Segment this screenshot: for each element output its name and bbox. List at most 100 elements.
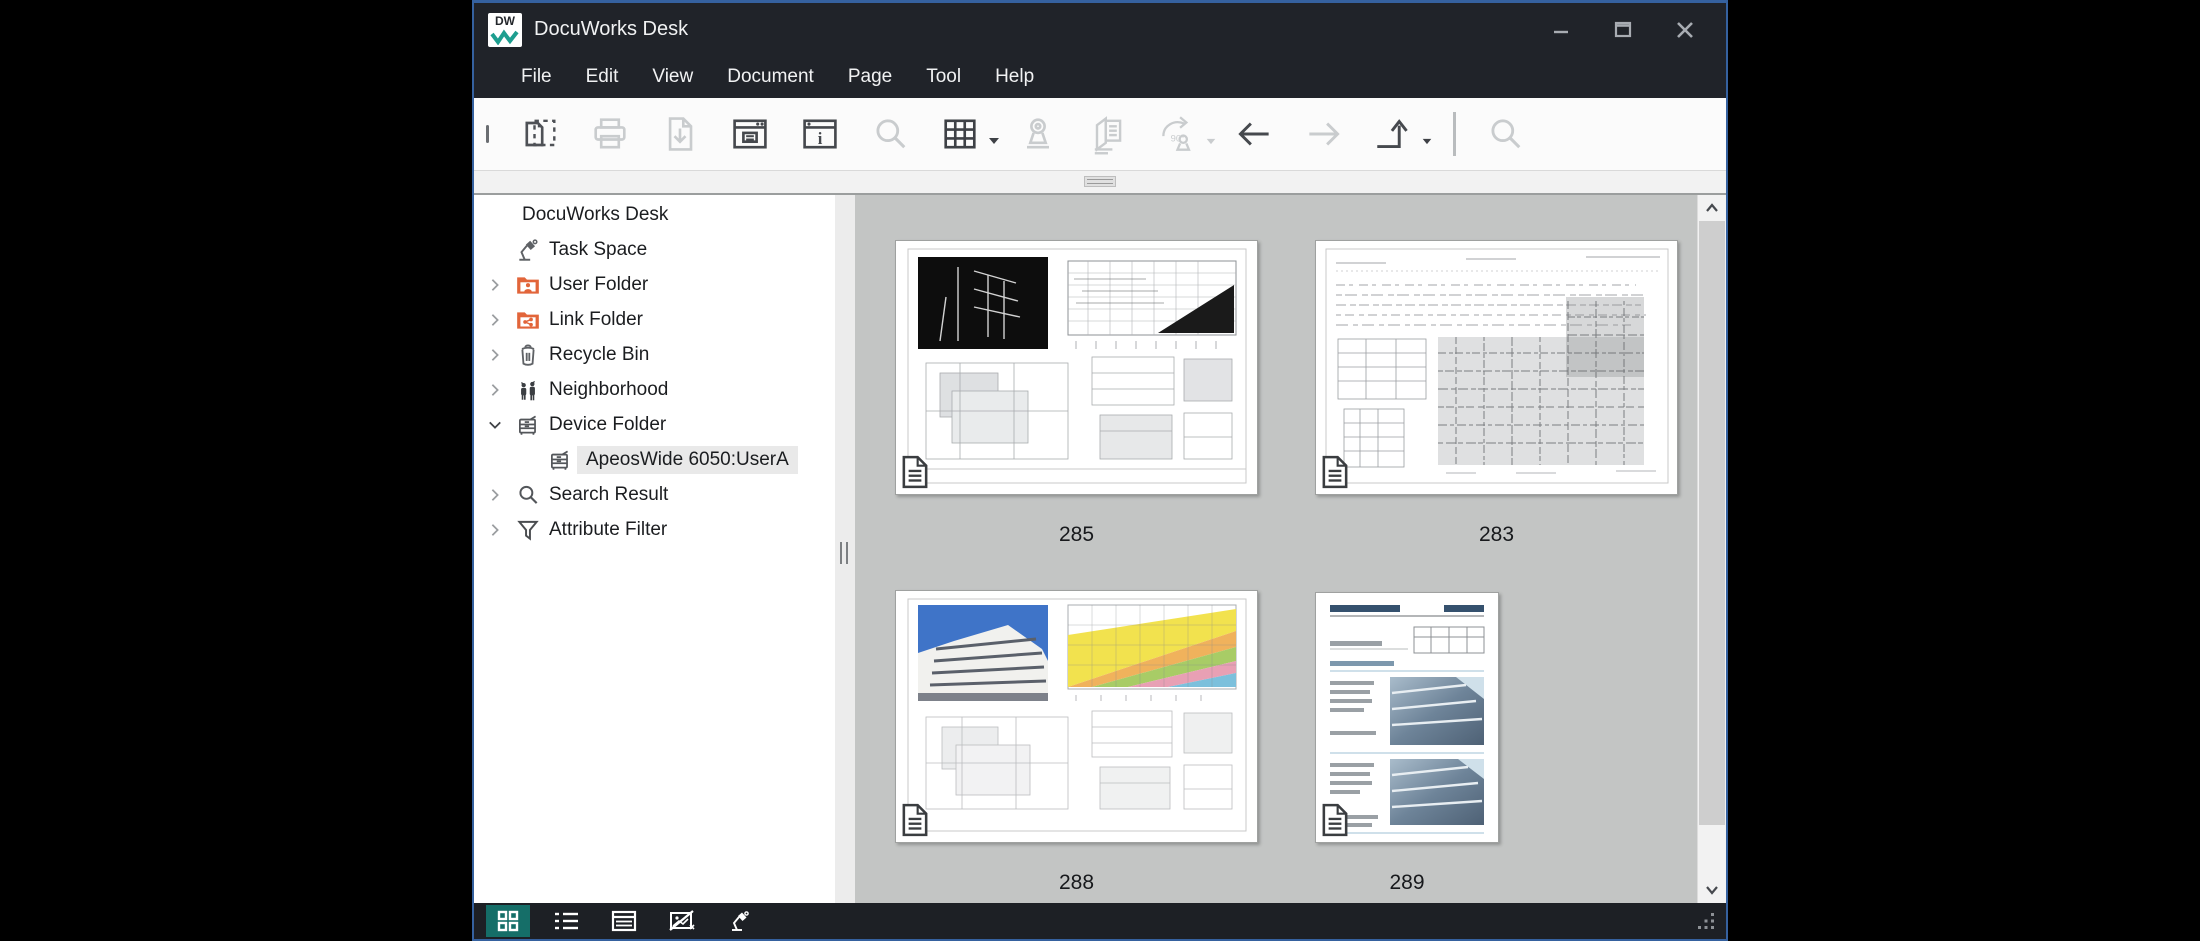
tree-item-attribute-filter[interactable]: Attribute Filter [474, 512, 835, 547]
copy-pages-button[interactable] [1085, 106, 1131, 162]
document-thumbnail-283[interactable] [1315, 240, 1678, 495]
task-space-lamp-icon [514, 237, 542, 263]
search-icon [868, 112, 912, 156]
expand-chevron-icon[interactable] [488, 278, 514, 292]
xdw-document-icon [901, 455, 929, 489]
grid-layout-dropdown-caret[interactable] [987, 136, 1001, 146]
expand-chevron-icon[interactable] [488, 523, 514, 537]
detail-list-view-button[interactable] [602, 905, 646, 937]
back-arrow-icon [1231, 112, 1277, 156]
expand-chevron-icon[interactable] [488, 383, 514, 397]
task-lamp-icon [728, 909, 752, 933]
scrollbar-thumb[interactable] [1699, 221, 1725, 825]
thumbnail-285-preview [896, 241, 1257, 494]
maximize-button[interactable] [1592, 10, 1654, 50]
search-result-icon [514, 482, 542, 508]
no-thumbnail-view-button[interactable] [660, 905, 704, 937]
document-thumbnail-285[interactable] [895, 240, 1258, 495]
vertical-splitter[interactable] [835, 195, 855, 903]
desktop-background: DW DocuWorks Desk File Edit View Documen… [0, 0, 2200, 941]
zoom-button[interactable] [1482, 106, 1528, 162]
detail-list-view-icon [611, 909, 637, 933]
horizontal-splitter[interactable] [474, 171, 1726, 195]
expand-chevron-icon[interactable] [488, 313, 514, 327]
toolbar-separator [1453, 112, 1456, 156]
thumbnail-283-preview [1316, 241, 1677, 494]
close-button[interactable] [1654, 10, 1716, 50]
tree-item-docuworks-desk[interactable]: DocuWorks Desk [474, 197, 835, 232]
document-thumbnail-288[interactable] [895, 590, 1258, 843]
minimize-button[interactable] [1530, 10, 1592, 50]
link-folder-icon [514, 307, 542, 333]
menu-file[interactable]: File [504, 60, 569, 94]
tree-item-recycle-bin[interactable]: Recycle Bin [474, 337, 835, 372]
menu-document[interactable]: Document [710, 60, 831, 94]
vertical-scrollbar[interactable] [1697, 195, 1726, 903]
toolbar-grip[interactable] [486, 125, 489, 143]
vertical-splitter-handle[interactable] [840, 542, 848, 564]
menu-help[interactable]: Help [978, 60, 1051, 94]
xdw-document-icon [1321, 455, 1349, 489]
scroll-down-button[interactable] [1698, 877, 1726, 903]
app-icon-letters: DW [488, 14, 522, 28]
task-space-button[interactable] [718, 905, 762, 937]
select-document-icon [518, 112, 562, 156]
expand-chevron-icon[interactable] [488, 488, 514, 502]
neighborhood-icon [514, 377, 542, 403]
selected-tree-label: ApeosWide 6050:UserA [577, 446, 798, 474]
tree-item-apeoswide-6050-usera[interactable]: ApeosWide 6050:UserA [474, 442, 835, 477]
select-document-button[interactable] [517, 106, 563, 162]
properties-window-button[interactable] [727, 106, 773, 162]
scrollbar-track[interactable] [1698, 221, 1726, 877]
no-thumbnail-view-icon [668, 909, 696, 933]
import-document-button[interactable] [657, 106, 703, 162]
xdw-document-icon [901, 803, 929, 837]
menu-tool[interactable]: Tool [909, 60, 978, 94]
menu-bar: File Edit View Document Page Tool Help [474, 56, 1726, 98]
tree-item-user-folder[interactable]: User Folder [474, 267, 835, 302]
tree-item-link-folder[interactable]: Link Folder [474, 302, 835, 337]
expand-chevron-icon[interactable] [488, 348, 514, 362]
send-dropdown-caret[interactable] [1421, 137, 1433, 146]
copy-pages-icon [1086, 112, 1130, 156]
back-button[interactable] [1231, 106, 1277, 162]
document-area[interactable]: 285 [855, 195, 1697, 903]
menu-view[interactable]: View [635, 60, 710, 94]
thumbnail-label-288: 288 [895, 871, 1258, 895]
thumbnail-288-preview [896, 591, 1257, 842]
minimize-icon [1550, 19, 1572, 41]
window-controls [1530, 10, 1716, 50]
grid-view-button[interactable] [486, 905, 530, 937]
main-area: DocuWorks Desk Task Space [474, 195, 1726, 903]
svg-text:90°: 90° [1171, 132, 1185, 143]
info-window-button[interactable]: i [797, 106, 843, 162]
rotate-90-icon: 90° [1155, 110, 1201, 158]
menu-page[interactable]: Page [831, 60, 909, 94]
forward-button[interactable] [1301, 106, 1347, 162]
document-thumbnail-289[interactable] [1315, 592, 1499, 843]
tree-item-task-space[interactable]: Task Space [474, 232, 835, 267]
attribute-filter-icon [514, 517, 542, 543]
tree-item-neighborhood[interactable]: Neighborhood [474, 372, 835, 407]
collapse-chevron-icon[interactable] [488, 418, 514, 432]
thumbnail-label-285: 285 [895, 523, 1258, 547]
stamp-button[interactable] [1015, 106, 1061, 162]
print-icon [588, 112, 632, 156]
send-button[interactable] [1371, 106, 1417, 162]
splitter-handle[interactable] [1084, 176, 1116, 187]
grid-layout-button[interactable] [937, 106, 983, 162]
tree-item-search-result[interactable]: Search Result [474, 477, 835, 512]
print-button[interactable] [587, 106, 633, 162]
scroll-down-icon [1705, 885, 1719, 895]
rotate-90-dropdown-caret[interactable] [1205, 137, 1217, 146]
search-button[interactable] [867, 106, 913, 162]
scroll-up-button[interactable] [1698, 195, 1726, 221]
window-title: DocuWorks Desk [534, 18, 688, 41]
list-view-button[interactable] [544, 905, 588, 937]
menu-edit[interactable]: Edit [569, 60, 636, 94]
rotate-90-button[interactable]: 90° [1155, 106, 1201, 162]
resize-grip[interactable] [1696, 911, 1716, 931]
tree-item-device-folder[interactable]: Device Folder [474, 407, 835, 442]
recycle-bin-icon [514, 342, 542, 368]
title-bar[interactable]: DW DocuWorks Desk [474, 3, 1726, 56]
